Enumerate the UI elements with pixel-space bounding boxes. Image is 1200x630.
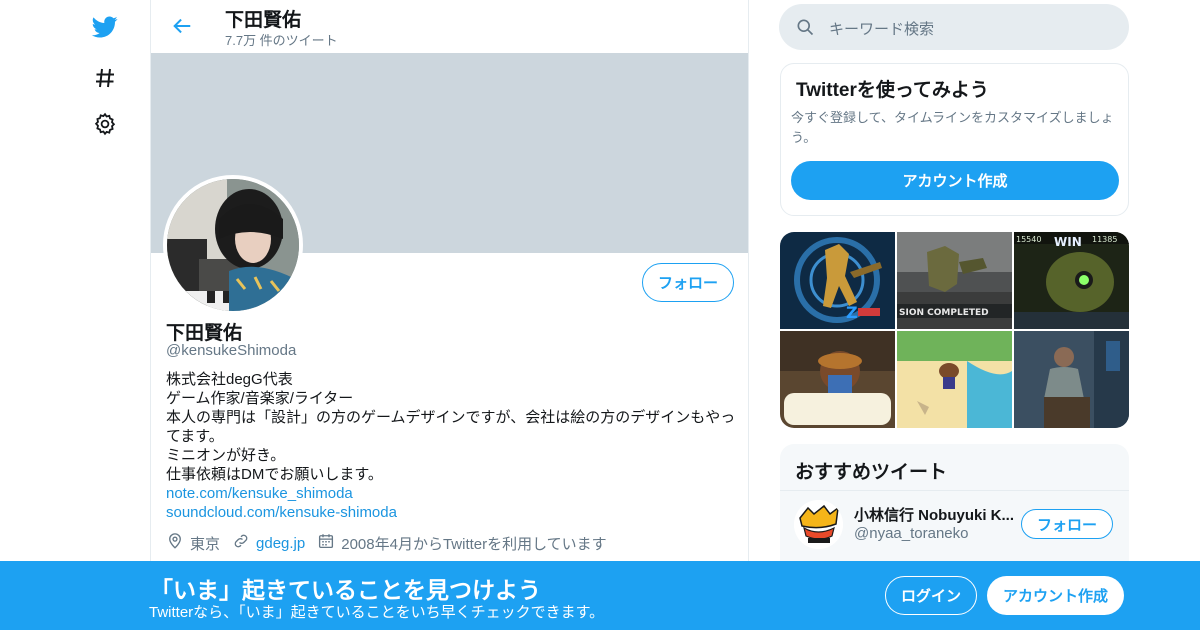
gear-icon[interactable] [88, 107, 122, 141]
recommended-user-handle: @nyaa_toraneko [854, 525, 969, 542]
back-arrow-icon[interactable] [166, 10, 198, 42]
bottom-bar-subtitle: Twitterなら、「いま」起きていることをいち早くチェックできます。 [149, 604, 605, 621]
avatar[interactable] [794, 500, 843, 549]
create-account-button[interactable]: アカウント作成 [791, 161, 1119, 200]
bottom-bar-title: 「いま」起きていることを見つけよう [150, 577, 541, 603]
bio-line: 本人の専門は「設計」の方のゲームデザインですが、会社は絵の方のデザインもやってま… [166, 409, 736, 445]
tweet-count: 7.7万 件のツイート [225, 33, 338, 48]
search-icon [795, 17, 815, 42]
bottom-create-account-button[interactable]: アカウント作成 [987, 576, 1124, 615]
bio-line: ミニオンが好き。 [166, 447, 286, 464]
media-grid: Z SION COMPLETED 15540 WIN 11385 [780, 232, 1129, 428]
recommended-title: おすすめツイート [795, 462, 948, 483]
recommended-user-name[interactable]: 小林信行 Nobuyuki K... [854, 504, 1014, 525]
media-caption: WIN [1054, 235, 1082, 249]
website-item: gdeg.jp [232, 532, 305, 554]
profile-bio: 株式会社degG代表 ゲーム作家/音楽家/ライター 本人の専門は「設計」の方のゲ… [166, 370, 736, 522]
avatar[interactable] [163, 175, 303, 315]
media-caption: 11385 [1092, 235, 1117, 244]
bio-link-note[interactable]: note.com/kensuke_shimoda [166, 484, 736, 503]
location-item: 東京 [166, 532, 220, 554]
calendar-icon [317, 532, 335, 554]
search-input[interactable]: キーワード検索 [779, 4, 1129, 50]
signup-card-description: 今すぐ登録して、タイムラインをカスタマイズしましょう。 [791, 110, 1114, 145]
profile-name: 下田賢佑 [166, 323, 243, 344]
profile-handle: @kensukeShimoda [166, 342, 297, 359]
profile-column: 下田賢佑 7.7万 件のツイート フォロー 下田賢佑 @kensukeShimo… [150, 0, 749, 630]
bio-link-soundcloud[interactable]: soundcloud.com/kensuke-shimoda [166, 503, 736, 522]
location-text: 東京 [190, 535, 221, 553]
bio-line: ゲーム作家/音楽家/ライター [166, 390, 354, 407]
website-link[interactable]: gdeg.jp [256, 535, 305, 552]
media-caption: 15540 [1016, 235, 1041, 244]
signup-card-title: Twitterを使ってみよう [796, 80, 989, 101]
media-thumbnail[interactable]: SION COMPLETED [897, 232, 1012, 329]
link-icon [232, 532, 250, 554]
divider [780, 490, 1129, 491]
twitter-profile-page: 下田賢佑 7.7万 件のツイート フォロー 下田賢佑 @kensukeShimo… [0, 0, 1200, 630]
recommended-follow-button[interactable]: フォロー [1021, 509, 1113, 539]
bio-line: 株式会社degG代表 [166, 371, 293, 388]
bio-line: 仕事依頼はDMでお願いします。 [166, 466, 383, 483]
media-thumbnail[interactable]: 15540 WIN 11385 [1014, 232, 1129, 329]
signup-card: Twitterを使ってみよう 今すぐ登録して、タイムラインをカスタマイズしましょ… [780, 63, 1129, 216]
media-caption: SION COMPLETED [899, 308, 989, 318]
profile-header-bar: 下田賢佑 7.7万 件のツイート [151, 0, 748, 53]
search-placeholder: キーワード検索 [829, 21, 935, 38]
location-pin-icon [166, 532, 184, 554]
left-nav [0, 0, 150, 630]
twitter-bird-icon[interactable] [88, 10, 122, 44]
media-thumbnail[interactable] [1014, 331, 1129, 428]
media-thumbnail[interactable] [780, 331, 895, 428]
svg-text:Z: Z [846, 303, 858, 322]
media-thumbnail[interactable]: Z [780, 232, 895, 329]
header-title: 下田賢佑 [225, 10, 302, 31]
bottom-signup-bar: 「いま」起きていることを見つけよう Twitterなら、「いま」起きていることを… [0, 561, 1200, 630]
login-button[interactable]: ログイン [885, 576, 977, 615]
follow-button[interactable]: フォロー [642, 263, 734, 302]
profile-meta: 東京 gdeg.jp 2008年4月からTwitterを利用しています [166, 532, 619, 554]
joined-date: 2008年4月からTwitterを利用しています [341, 535, 607, 553]
joined-item: 2008年4月からTwitterを利用しています [317, 532, 607, 554]
media-thumbnail[interactable] [897, 331, 1012, 428]
hashtag-icon[interactable] [88, 61, 122, 95]
